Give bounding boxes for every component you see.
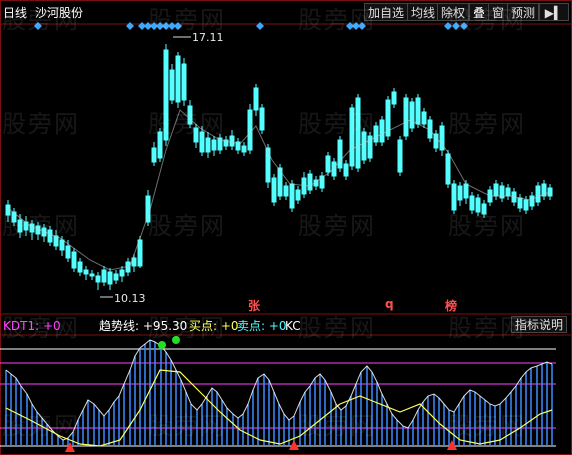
candle-body	[517, 197, 523, 209]
candle-body	[415, 97, 421, 125]
signal-diamond	[358, 22, 366, 30]
candle-body	[101, 269, 107, 283]
candle-body	[95, 275, 101, 283]
candle-body	[421, 111, 427, 125]
candle-body	[169, 69, 175, 101]
candle-body	[47, 229, 53, 243]
candle-body	[409, 101, 415, 129]
candle-body	[59, 239, 65, 251]
indicator-name: KDT1: +0	[3, 319, 61, 333]
signal-diamond	[460, 22, 468, 30]
candle-body	[523, 199, 529, 211]
candle-body	[151, 147, 157, 163]
candle-body	[493, 183, 499, 197]
candle-body	[253, 87, 259, 111]
trend-readout: 趋势线: +95.30	[99, 319, 187, 333]
signal-bang: 榜	[445, 299, 458, 313]
trend-value: +95.30	[142, 319, 188, 333]
candle-body	[259, 107, 265, 131]
signal-diamond	[444, 22, 452, 30]
signal-q: q	[385, 297, 394, 311]
candle-body	[289, 183, 295, 209]
signal-diamond	[126, 22, 134, 30]
candle-body	[463, 183, 469, 199]
candle-body	[337, 139, 343, 169]
candle-body	[71, 251, 77, 269]
signal-diamond	[452, 22, 460, 30]
candle-body	[271, 177, 277, 203]
candle-body	[113, 273, 119, 281]
candle-body	[481, 203, 487, 215]
candle-body	[361, 131, 367, 161]
indicator-title: KDT1:	[3, 319, 40, 333]
buy-signal-dot	[158, 341, 166, 349]
candle-body	[29, 223, 35, 233]
candle-body	[343, 163, 349, 177]
candle-body	[265, 147, 271, 183]
candle-body	[307, 173, 313, 191]
candle-body	[77, 261, 83, 273]
candle-body	[181, 63, 187, 101]
sell-readout: 卖点: +0	[237, 319, 287, 333]
indicator-help-button[interactable]: 指标说明	[511, 316, 568, 333]
candle-body	[529, 195, 535, 207]
sell-signal-marker	[289, 440, 299, 450]
candle-body	[175, 55, 181, 103]
candle-body	[17, 219, 23, 233]
extra-readout: KC	[285, 319, 301, 333]
signal-zhang: 张	[248, 299, 261, 313]
sell-value: +0	[268, 319, 287, 333]
candle-body	[379, 119, 385, 143]
candle-body	[83, 269, 89, 275]
candle-body	[349, 107, 355, 167]
buy-value: +0	[220, 319, 239, 333]
high-price-label: 17.11	[192, 31, 224, 44]
candle-body	[53, 235, 59, 247]
candle-body	[403, 97, 409, 137]
low-price-label: 10.13	[114, 292, 146, 305]
candle-body	[457, 185, 463, 201]
candle-body	[283, 185, 289, 197]
buy-label: 买点:	[189, 319, 218, 333]
candle-body	[535, 185, 541, 203]
candle-body	[193, 127, 199, 143]
candle-body	[187, 105, 193, 125]
candle-body	[247, 109, 253, 151]
candle-body	[241, 145, 247, 153]
kline-chart[interactable]	[0, 0, 572, 455]
trend-label: 趋势线:	[99, 319, 140, 333]
candle-body	[505, 187, 511, 197]
candle-body	[373, 125, 379, 143]
candle-body	[355, 97, 361, 169]
candle-body	[65, 245, 71, 259]
candle-body	[445, 153, 451, 185]
candle-body	[119, 269, 125, 277]
candle-body	[211, 139, 217, 151]
indicator-title-value: +0	[42, 319, 61, 333]
candle-body	[451, 183, 457, 211]
candle-body	[199, 131, 205, 153]
signal-diamond	[256, 22, 264, 30]
sell-label: 卖点:	[237, 319, 266, 333]
signal-diamond	[34, 22, 42, 30]
candle-body	[205, 137, 211, 153]
candle-body	[163, 49, 169, 141]
buy-readout: 买点: +0	[189, 319, 239, 333]
candle-body	[391, 91, 397, 105]
candle-body	[295, 189, 301, 201]
candle-body	[229, 135, 235, 147]
candle-body	[107, 271, 113, 285]
candle-body	[157, 131, 163, 159]
candle-body	[475, 197, 481, 213]
candle-body	[89, 273, 95, 277]
chart-frame	[0, 0, 572, 455]
buy-signal-dot	[172, 336, 180, 344]
chart-window: 日线 沙河股份 加自选 均线 除权 叠 窗 预测 ▶▍ 17.11 10.13 …	[0, 0, 572, 455]
candle-body	[5, 204, 11, 216]
candle-body	[469, 195, 475, 211]
candle-body	[137, 239, 143, 267]
signal-diamond	[174, 22, 182, 30]
candle-body	[397, 139, 403, 173]
candle-body	[325, 155, 331, 173]
